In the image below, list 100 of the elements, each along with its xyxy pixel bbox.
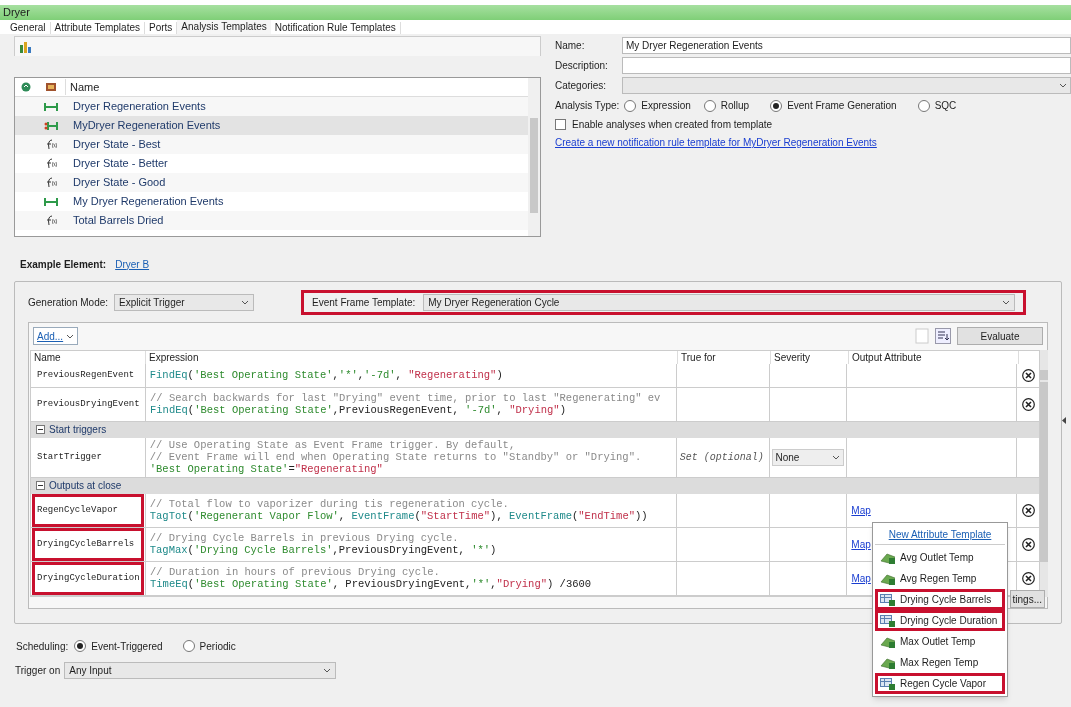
menu-item-label: Avg Regen Temp (900, 572, 977, 586)
close-icon (1021, 368, 1035, 382)
map-link[interactable]: Map (851, 502, 871, 518)
close-icon (1021, 397, 1035, 411)
new-attribute-template-link[interactable]: New Attribute Template (888, 527, 992, 542)
group-label: Outputs at close (49, 479, 122, 494)
column-header[interactable]: Name (31, 350, 146, 364)
radio-button[interactable] (182, 640, 195, 652)
notification-link[interactable]: Create a new notification rule template for MyDryer Regeneration Events (555, 137, 877, 148)
name-field[interactable]: My Dryer Regeneration Events (622, 37, 1071, 54)
caret-icon (66, 333, 75, 339)
variable-name: PreviousDryingEvent (36, 397, 141, 411)
tab[interactable]: Analysis Templates (177, 20, 271, 34)
column-header[interactable]: Output Attribute (849, 350, 1019, 364)
menu-item[interactable]: Regen Cycle Vapor (875, 673, 1005, 694)
settings-button[interactable]: tings... (1009, 590, 1045, 608)
checkbox-label: Enable analyses when created from template (572, 117, 773, 132)
attribute-icon (880, 656, 896, 669)
expression-code: TagTot('Regenerant Vapor Flow', EventFrame("StartTime"), EventFrame("EndTime")) (149, 510, 649, 523)
menu-item[interactable]: Avg Regen Temp (875, 568, 1005, 589)
table-attribute-icon (880, 593, 896, 606)
code-comment: // Drying Cycle Barrels in previous Drying cycle. (149, 532, 460, 545)
add-button[interactable]: Add... (33, 327, 79, 346)
radio-label: Rollup (720, 99, 750, 113)
attribute-icon (880, 551, 896, 564)
menu-item[interactable]: Drying Cycle Barrels (875, 589, 1005, 610)
function-icon (44, 158, 58, 169)
expression-code: FindEq('Best Operating State',PreviousRegenEvent, '-7d', "Drying") (150, 404, 567, 417)
code-comment: // Use Operating State as Event Frame trigger. By default, (149, 439, 517, 452)
close-icon (1021, 571, 1035, 585)
collapse-icon (36, 425, 45, 435)
delete-button[interactable] (1021, 571, 1035, 585)
delete-button[interactable] (1021, 397, 1035, 411)
description-field[interactable] (622, 57, 1071, 74)
delete-button[interactable] (1021, 503, 1035, 517)
list-row[interactable]: Dryer Regeneration Events (15, 97, 528, 116)
analysis-name: Dryer State - Best (72, 137, 161, 153)
variable-name: DryingCycleBarrels (32, 527, 144, 561)
field-label: Trigger on (15, 663, 61, 678)
radio-button[interactable] (624, 99, 637, 112)
radio-button[interactable] (917, 99, 930, 112)
code-comment: // Search backwards for last "Drying" event time, prior to last "Regenerating" ev (150, 392, 662, 405)
expression-code: TagMax('Drying Cycle Barrels',PreviousDryingEvent, '*') (149, 544, 498, 557)
delete-button[interactable] (1021, 368, 1035, 382)
menu-item[interactable]: Max Regen Temp (875, 652, 1005, 673)
radio-button[interactable] (74, 640, 87, 652)
example-element-link[interactable]: Dryer B (115, 256, 150, 272)
analysis-name: My Dryer Regeneration Events (72, 194, 224, 210)
map-link[interactable]: Map (851, 536, 871, 552)
field-label: Event Frame Template: (312, 295, 416, 310)
true-for-field[interactable]: Set (optional) (679, 449, 764, 465)
attribute-icon (880, 635, 896, 648)
expand-arrow-icon (1062, 417, 1067, 424)
collapse-icon (36, 481, 45, 491)
column-header[interactable]: Name (65, 78, 255, 96)
menu-item-label: Max Regen Temp (900, 656, 979, 670)
checkbox[interactable] (555, 118, 566, 130)
list-row[interactable]: MyDryer Regeneration Events (15, 116, 528, 135)
list-row[interactable]: Total Barrels Dried (15, 211, 528, 230)
caret-icon (1059, 83, 1067, 88)
delete-button[interactable] (1021, 537, 1035, 551)
attribute-icon (880, 572, 896, 585)
menu-item-label: Regen Cycle Vapor (900, 677, 986, 691)
window-title: Dryer (3, 5, 30, 21)
analysis-name: Total Barrels Dried (72, 213, 164, 229)
field-label: Description: (555, 59, 609, 73)
status-icon (21, 82, 31, 92)
event-frame-icon (44, 196, 58, 207)
menu-item[interactable]: Avg Outlet Temp (875, 547, 1005, 568)
analysis-name: MyDryer Regeneration Events (72, 118, 221, 134)
scrollbar[interactable] (1040, 349, 1048, 597)
trigger-on-dropdown[interactable]: Any Input (64, 661, 337, 679)
list-row[interactable]: Dryer State - Good (15, 173, 528, 192)
list-row[interactable]: Dryer State - Best (15, 135, 528, 154)
expression-code: 'Best Operating State'="Regenerating" (149, 463, 384, 476)
function-icon (44, 139, 58, 150)
code-comment: // Event Frame will end when Operating State returns to "Standby" or "Drying". (149, 451, 643, 464)
menu-item[interactable]: Drying Cycle Duration (875, 610, 1005, 631)
dropdown-value: Explicit Trigger (119, 295, 185, 310)
scrollbar[interactable] (528, 78, 540, 236)
generation-mode-dropdown[interactable]: Explicit Trigger (114, 293, 255, 311)
map-link[interactable]: Map (851, 570, 871, 586)
radio-button[interactable] (703, 99, 716, 112)
table-attribute-icon (880, 614, 896, 627)
severity-dropdown[interactable]: None (771, 448, 844, 466)
dropdown-value: Any Input (69, 663, 112, 678)
column-header[interactable]: True for (678, 350, 771, 364)
menu-item-label: Avg Outlet Temp (900, 551, 974, 565)
column-header[interactable]: Severity (771, 350, 849, 364)
event-frame-icon (44, 101, 58, 112)
dropdown-value: None (775, 450, 800, 465)
caret-icon (323, 667, 332, 673)
column-header[interactable]: Expression (146, 350, 678, 364)
evaluate-button[interactable]: Evaluate (957, 327, 1043, 346)
radio-button[interactable] (770, 99, 783, 112)
expression-code: TimeEq('Best Operating State', PreviousDryingEvent,'*',"Drying") /3600 (150, 578, 593, 591)
menu-item[interactable]: Max Outlet Temp (875, 631, 1005, 652)
radio-label: Periodic (199, 639, 236, 654)
event-frame-template-dropdown[interactable]: My Dryer Regeneration Cycle (423, 293, 1016, 311)
function-icon (44, 177, 58, 188)
